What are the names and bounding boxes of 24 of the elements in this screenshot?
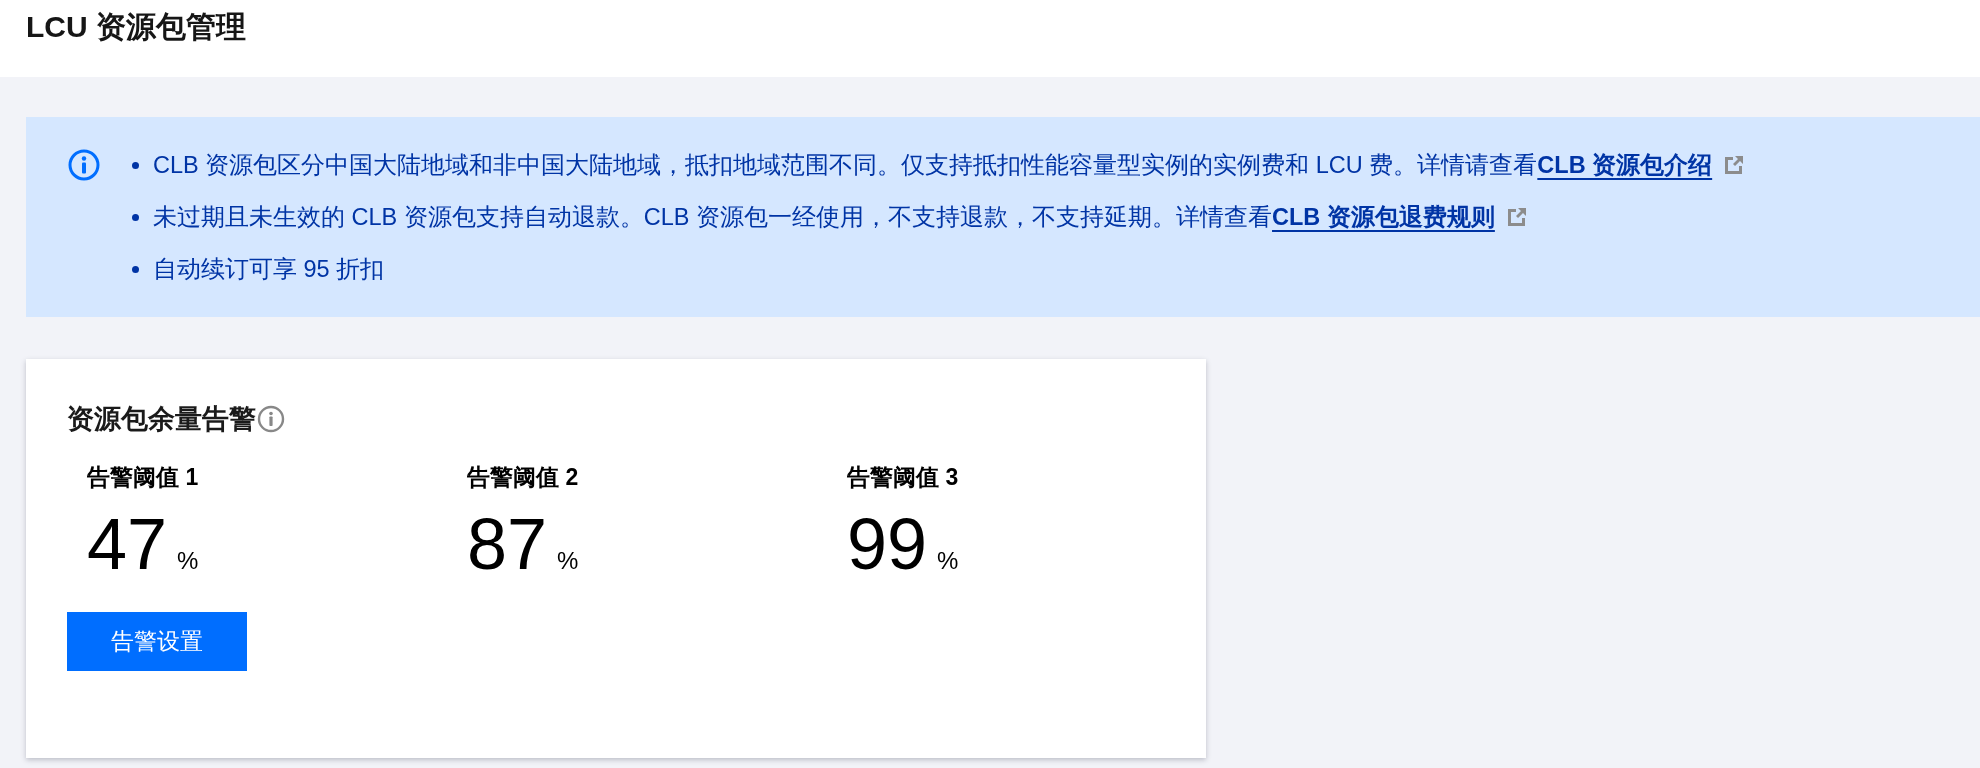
- bullet-icon: [132, 265, 139, 273]
- page-title: LCU 资源包管理: [26, 9, 246, 45]
- unit-label: %: [937, 547, 959, 575]
- threshold-value: 99: [847, 504, 928, 584]
- notice-text: 未过期且未生效的 CLB 资源包支持自动退款。CLB 资源包一经使用，不支持退款，不支持延期。详情查看CLB 资源包退费规则: [153, 203, 1495, 232]
- threshold-value: 87: [467, 504, 548, 584]
- threshold-value: 47: [87, 504, 168, 584]
- bullet-icon: [132, 213, 139, 221]
- info-icon: [68, 149, 100, 181]
- link[interactable]: CLB 资源包退费规则: [1272, 204, 1495, 230]
- info-icon[interactable]: [257, 405, 285, 433]
- card-title: 资源包余量告警: [67, 403, 256, 436]
- threshold-label: 告警阈值 2: [467, 463, 579, 492]
- notice-text: 自动续订可享 95 折扣: [153, 255, 385, 284]
- unit-label: %: [177, 547, 199, 575]
- alert-settings-button[interactable]: 告警设置: [67, 612, 247, 671]
- link[interactable]: CLB 资源包介绍: [1537, 152, 1713, 178]
- notice-text: CLB 资源包区分中国大陆地域和非中国大陆地域，抵扣地域范围不同。仅支持抵扣性能容量型实例的实例费和 LCU 费。详情请查看CLB 资源包介绍: [153, 151, 1713, 180]
- unit-label: %: [557, 547, 579, 575]
- bullet-icon: [132, 161, 139, 169]
- external-link-icon[interactable]: [1506, 207, 1527, 227]
- threshold-label: 告警阈值 1: [87, 463, 199, 492]
- external-link-icon[interactable]: [1724, 155, 1745, 175]
- threshold-label: 告警阈值 3: [847, 463, 959, 492]
